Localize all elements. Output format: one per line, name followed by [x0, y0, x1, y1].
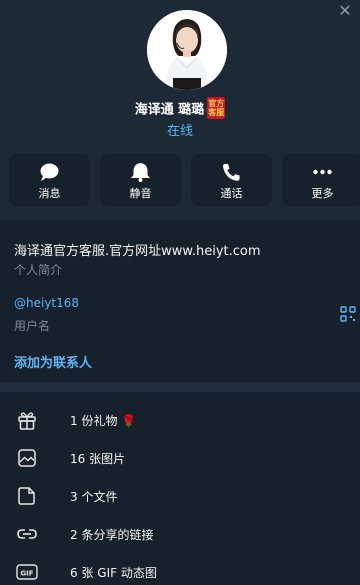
more-label: 更多	[311, 187, 334, 200]
files-text: 3 个文件	[70, 490, 118, 504]
gifs-text: 6 张 GIF 动态图	[70, 566, 157, 580]
profile-name: 海译通 璐璐	[134, 102, 205, 118]
gift-icon	[18, 412, 36, 430]
bio-text[interactable]: 海译通官方客服.官方网址www.heiyt.com	[14, 240, 261, 259]
gifts-text: 1 份礼物 🌹	[70, 414, 137, 428]
qr-code-icon[interactable]	[340, 306, 356, 322]
avatar[interactable]	[147, 10, 227, 90]
badge-line-2: 客服	[208, 108, 225, 117]
close-icon[interactable]: ✕	[338, 3, 352, 19]
list-item-links[interactable]: 2 条分享的链接	[0, 515, 360, 553]
call-label: 通话	[220, 187, 243, 200]
bio-caption: 个人简介	[14, 263, 63, 277]
links-text: 2 条分享的链接	[70, 528, 154, 542]
phone-icon	[223, 164, 240, 181]
list-item-gifs[interactable]: GIF 6 张 GIF 动态图	[0, 553, 360, 585]
link-icon	[17, 529, 37, 539]
chat-bubble-icon	[40, 163, 59, 181]
username-text[interactable]: @heiyt168	[14, 296, 79, 310]
info-section: 海译通官方客服.官方网址www.heiyt.com 个人简介 @heiyt168…	[0, 220, 360, 380]
more-dots-icon	[313, 169, 332, 175]
mute-button[interactable]: 静音	[100, 154, 181, 206]
username-caption: 用户名	[14, 319, 51, 333]
call-button[interactable]: 通话	[191, 154, 272, 206]
profile-header: ✕ 海译通 璐璐 官方 客服 在线 消息 静音 通话 更多	[0, 0, 360, 220]
section-divider	[0, 382, 360, 392]
profile-name-row: 海译通 璐璐 官方 客服	[0, 97, 360, 119]
message-label: 消息	[38, 187, 61, 200]
list-item-images[interactable]: 16 张图片	[0, 439, 360, 477]
badge-line-1: 官方	[208, 99, 225, 108]
official-badge: 官方 客服	[207, 97, 226, 119]
avatar-portrait	[147, 10, 227, 90]
more-button[interactable]: 更多	[282, 154, 360, 206]
bell-icon	[131, 163, 150, 182]
message-button[interactable]: 消息	[9, 154, 90, 206]
file-icon	[18, 487, 35, 505]
gif-icon-label: GIF	[20, 570, 33, 578]
gif-icon: GIF	[16, 564, 38, 580]
image-icon	[18, 449, 36, 467]
online-status: 在线	[166, 124, 193, 139]
add-contact-link[interactable]: 添加为联系人	[14, 352, 92, 371]
list-item-gifts[interactable]: 1 份礼物 🌹	[0, 401, 360, 439]
images-text: 16 张图片	[70, 452, 126, 466]
action-bar: 消息 静音 通话 更多	[9, 154, 360, 206]
list-item-files[interactable]: 3 个文件	[0, 477, 360, 515]
mute-label: 静音	[129, 187, 152, 200]
shared-media-list: 1 份礼物 🌹 16 张图片 3 个文件 2 条分享的链接 GIF 6 张 GI…	[0, 392, 360, 585]
